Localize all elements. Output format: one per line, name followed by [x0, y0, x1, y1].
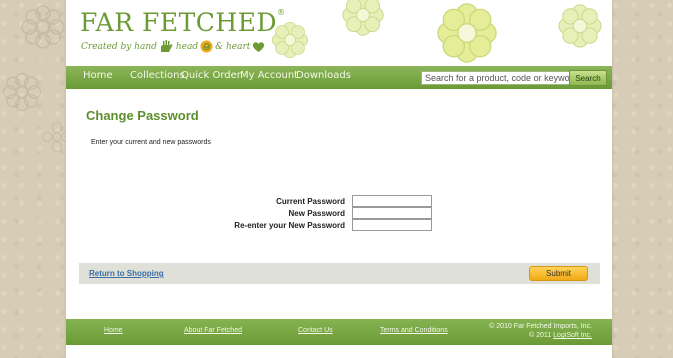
footer-about-link[interactable]: About Far Fetched — [184, 327, 242, 334]
new-password-field[interactable] — [352, 207, 432, 219]
nav-collections[interactable]: Collections — [130, 70, 185, 81]
main-nav: Home Collections Quick Order My Account … — [66, 66, 612, 89]
search-input[interactable] — [421, 71, 574, 85]
site-header: FAR FETCHED® Created by hand head & hear… — [66, 0, 612, 66]
heart-icon — [253, 41, 265, 52]
tagline-prefix: Created by hand — [81, 41, 157, 52]
tagline-head: head — [175, 41, 199, 52]
background-flower-icon — [2, 72, 42, 112]
search-button[interactable]: Search — [569, 70, 607, 86]
copyright: © 2010 Far Fetched Imports, Inc. © 2011 … — [489, 322, 592, 340]
swirl-icon — [200, 40, 213, 53]
current-password-label: Current Password — [276, 197, 345, 206]
current-password-field[interactable] — [352, 195, 432, 207]
nav-downloads[interactable]: Downloads — [296, 70, 351, 81]
nav-quick-order[interactable]: Quick Order — [181, 70, 241, 81]
copyright-line-2: © 2011 LogiSoft Inc. — [489, 331, 592, 340]
flower-icon — [558, 4, 602, 48]
return-to-shopping-link[interactable]: Return to Shopping — [89, 269, 164, 278]
flower-icon — [437, 3, 497, 63]
tagline-heart: & heart — [215, 41, 251, 52]
site-footer: Home About Far Fetched Contact Us Terms … — [66, 319, 612, 345]
nav-home[interactable]: Home — [83, 70, 113, 81]
flower-icon — [342, 0, 384, 36]
confirm-password-field[interactable] — [352, 219, 432, 231]
copyright-line-1: © 2010 Far Fetched Imports, Inc. — [489, 323, 592, 330]
instructions-text: Enter your current and new passwords — [91, 139, 211, 146]
footer-contact-link[interactable]: Contact Us — [298, 327, 333, 334]
page-title: Change Password — [86, 108, 199, 123]
hand-icon — [160, 40, 173, 52]
logo-tagline: Created by hand head & heart — [81, 40, 265, 53]
page-container: FAR FETCHED® Created by hand head & hear… — [66, 0, 612, 358]
logisoft-link[interactable]: LogiSoft Inc. — [553, 332, 592, 339]
logo[interactable]: FAR FETCHED® — [80, 8, 286, 37]
flower-icon — [272, 22, 308, 58]
new-password-label: New Password — [288, 209, 345, 218]
trademark-symbol: ® — [277, 8, 286, 17]
background-flower-icon — [21, 5, 65, 49]
copyright-year: © 2011 — [528, 332, 552, 339]
confirm-password-label: Re-enter your New Password — [234, 221, 345, 230]
action-bar: Return to Shopping Submit — [79, 263, 600, 284]
brand-name: FAR FETCHED — [80, 8, 277, 37]
nav-my-account[interactable]: My Account — [240, 70, 298, 81]
footer-home-link[interactable]: Home — [104, 327, 123, 334]
submit-button[interactable]: Submit — [529, 266, 588, 281]
footer-terms-link[interactable]: Terms and Conditions — [380, 327, 448, 334]
